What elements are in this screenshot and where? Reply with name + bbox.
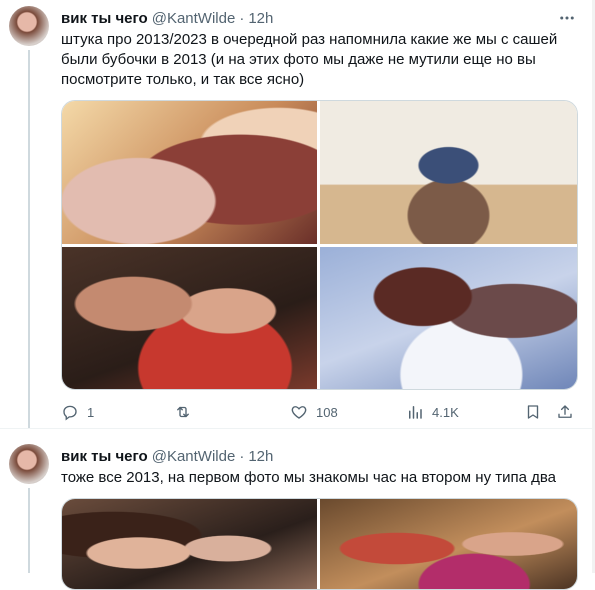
separator-dot: · xyxy=(239,447,245,465)
avatar[interactable] xyxy=(9,6,49,46)
thread-line xyxy=(28,488,30,573)
retweet-icon xyxy=(177,406,189,418)
tweet-time[interactable]: 12h xyxy=(248,448,273,465)
bookmark-icon xyxy=(527,405,539,419)
photo-1[interactable] xyxy=(62,499,317,589)
tweet[interactable]: вик ты чего @KantWilde · 12h штука про 2… xyxy=(0,0,595,428)
tweet-text: штука про 2013/2023 в очередной раз напо… xyxy=(61,31,558,88)
author-handle[interactable]: @KantWilde xyxy=(152,448,236,465)
like-button[interactable]: 108 xyxy=(290,400,338,424)
avatar[interactable] xyxy=(9,444,49,484)
more-options-icon[interactable] xyxy=(557,8,577,28)
share-button[interactable] xyxy=(556,400,574,424)
photo-3[interactable] xyxy=(62,247,317,389)
photo-4[interactable] xyxy=(320,247,577,389)
heart-icon xyxy=(291,406,307,419)
tweet-time[interactable]: 12h xyxy=(248,10,273,27)
tweet-header: вик ты чего @KantWilde · 12h xyxy=(61,8,273,28)
media-grid xyxy=(61,100,578,390)
author-name[interactable]: вик ты чего xyxy=(61,10,148,27)
tweet-header: вик ты чего @KantWilde · 12h xyxy=(61,446,273,466)
reply-button[interactable]: 1 xyxy=(61,400,94,424)
thread-line xyxy=(28,50,30,428)
photo-2[interactable] xyxy=(320,499,577,589)
tweet-text: тоже все 2013, на первом фото мы знакомы… xyxy=(61,469,557,486)
photo-2[interactable] xyxy=(320,101,577,244)
action-bar: 1 108 4.1K xyxy=(61,400,576,424)
bookmark-button[interactable] xyxy=(524,400,542,424)
author-name[interactable]: вик ты чего xyxy=(61,448,148,465)
author-handle[interactable]: @KantWilde xyxy=(152,10,236,27)
analytics-icon xyxy=(409,406,422,419)
reply-count: 1 xyxy=(87,404,95,420)
share-icon xyxy=(558,405,572,418)
photo-1[interactable] xyxy=(62,101,317,244)
views-count: 4.1K xyxy=(432,404,459,420)
reply-icon xyxy=(63,405,77,421)
views-button[interactable]: 4.1K xyxy=(406,400,459,424)
separator-dot: · xyxy=(239,9,245,27)
retweet-button[interactable] xyxy=(174,400,200,424)
media-grid xyxy=(61,498,578,590)
tweet[interactable]: вик ты чего @KantWilde · 12h тоже все 20… xyxy=(0,428,595,590)
like-count: 108 xyxy=(316,404,338,420)
